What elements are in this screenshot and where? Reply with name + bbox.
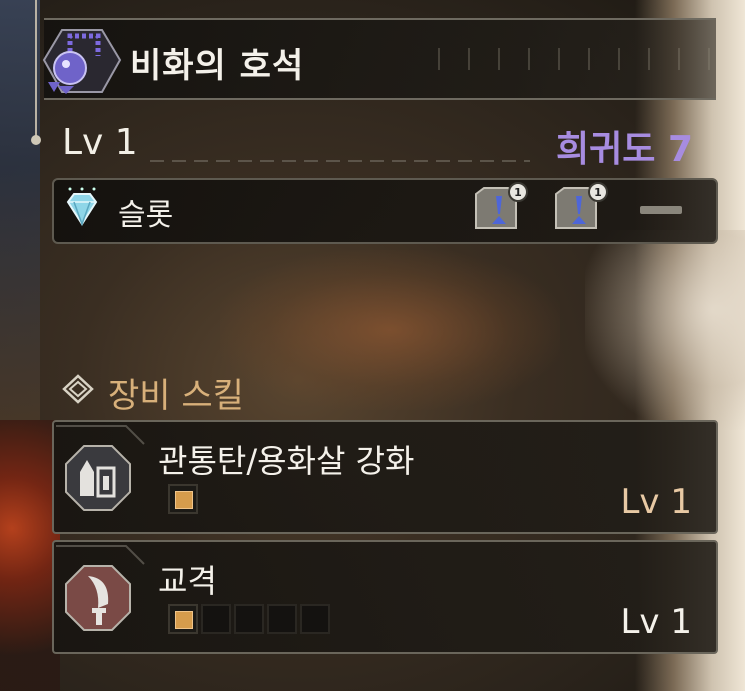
decoration-slot-1[interactable]: 1	[472, 180, 530, 236]
item-level: Lv 1	[62, 122, 138, 163]
empty-slot-indicator[interactable]	[640, 206, 682, 214]
ammo-icon	[65, 445, 131, 511]
item-name: 비화의 호석	[130, 46, 305, 86]
svg-text:1: 1	[514, 186, 522, 199]
skill-emblem-icon	[62, 374, 94, 404]
skill-card-1[interactable]: 관통탄/용화살 강화 Lv 1	[52, 420, 718, 534]
level-pip-empty	[234, 604, 264, 634]
skill-name: 관통탄/용화살 강화	[158, 442, 415, 480]
timeline-line	[35, 0, 37, 140]
skill-name: 교격	[158, 562, 217, 600]
level-pip-filled	[168, 484, 198, 514]
timeline-dot	[31, 135, 41, 145]
level-pip-filled	[168, 604, 198, 634]
section-title: 장비 스킬	[108, 376, 244, 416]
skill-level-pips	[168, 604, 330, 634]
skill-card-2[interactable]: 교격 Lv 1	[52, 540, 718, 654]
header-pattern	[424, 48, 714, 70]
item-rarity: 희귀도 7	[556, 129, 693, 170]
level-pip-empty	[267, 604, 297, 634]
decoration-slot-2[interactable]: 1	[552, 180, 610, 236]
amulet-icon	[42, 29, 122, 94]
background-fur	[585, 230, 745, 430]
blade-icon	[65, 565, 131, 631]
skill-level: Lv 1	[620, 482, 692, 522]
skill-level-pips	[168, 484, 198, 514]
background-smoke	[220, 250, 560, 410]
level-pip-empty	[201, 604, 231, 634]
slots-label: 슬롯	[118, 198, 174, 233]
background-left	[0, 0, 40, 420]
gem-icon	[66, 187, 98, 227]
svg-text:1: 1	[594, 186, 602, 199]
background-fire	[0, 420, 60, 691]
skill-level: Lv 1	[620, 602, 692, 642]
divider	[150, 160, 530, 162]
level-pip-empty	[300, 604, 330, 634]
